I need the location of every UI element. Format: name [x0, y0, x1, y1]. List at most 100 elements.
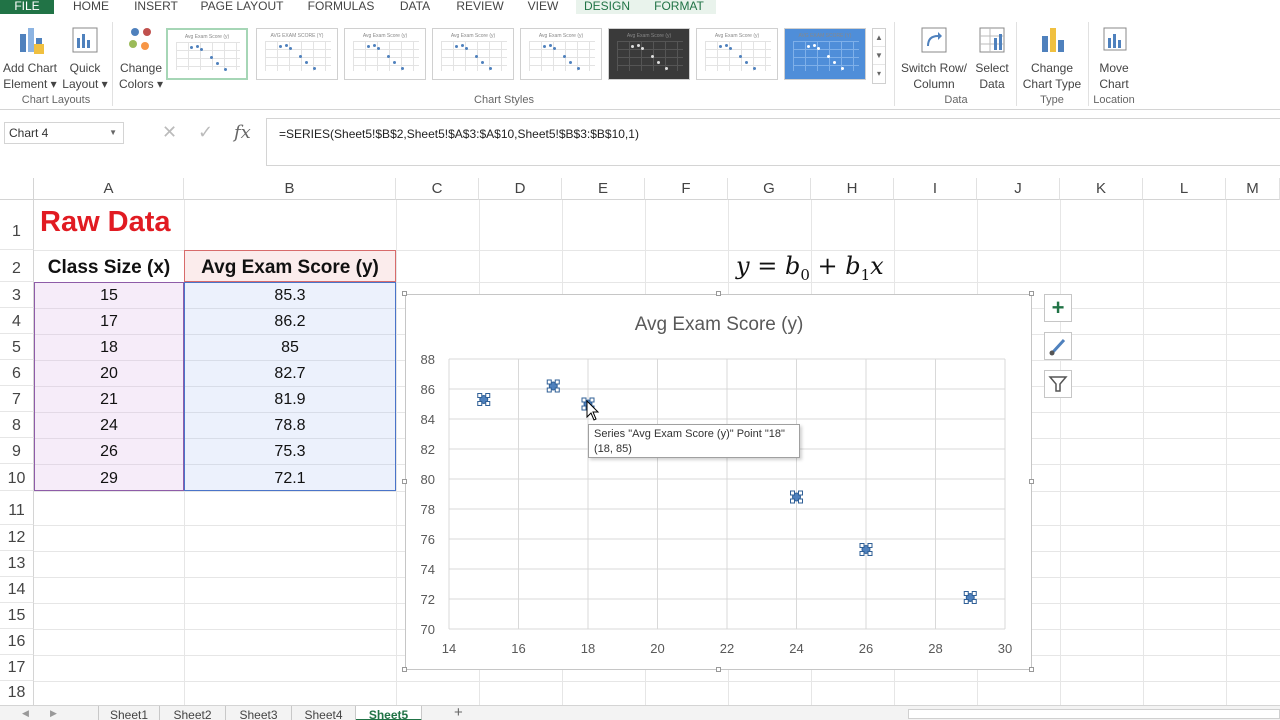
cell-y-value[interactable]: 85	[184, 334, 396, 360]
row-header-3[interactable]: 3	[0, 282, 34, 308]
chart-title[interactable]: Avg Exam Score (y)	[635, 314, 804, 335]
tab-insert[interactable]: INSERT	[128, 0, 184, 14]
cell-b2-header[interactable]: Avg Exam Score (y)	[184, 254, 396, 282]
chart-elements-button[interactable]: +	[1044, 294, 1072, 322]
tab-view[interactable]: VIEW	[520, 0, 566, 14]
row-header-11[interactable]: 11	[0, 491, 34, 525]
sheet-tab-sheet5[interactable]: Sheet5	[356, 706, 422, 720]
sheet-tab-sheet1[interactable]: Sheet1	[98, 706, 160, 720]
chart-style-thumbnail[interactable]: Avg Exam Score (y)	[696, 28, 778, 80]
row-header-8[interactable]: 8	[0, 412, 34, 438]
cell-y-value[interactable]: 72.1	[184, 464, 396, 491]
data-point[interactable]	[546, 379, 560, 393]
formula-input[interactable]: =SERIES(Sheet5!$B$2,Sheet5!$A$3:$A$10,Sh…	[266, 118, 1280, 166]
resize-handle[interactable]	[1029, 479, 1034, 484]
switch-row-column-button[interactable]: Switch Row/ Column	[898, 24, 970, 92]
insert-function-icon[interactable]: fx	[234, 122, 251, 143]
scroll-up-icon[interactable]: ▲	[873, 29, 885, 47]
cell-a2-header[interactable]: Class Size (x)	[34, 254, 184, 282]
row-header-13[interactable]: 13	[0, 551, 34, 577]
row-header-16[interactable]: 16	[0, 629, 34, 655]
column-header-k[interactable]: K	[1060, 178, 1143, 200]
data-point[interactable]	[477, 393, 491, 406]
row-header-1[interactable]: 1	[0, 200, 34, 250]
resize-handle[interactable]	[716, 667, 721, 672]
scroll-down-icon[interactable]: ▼	[873, 47, 885, 65]
sheet-tab-sheet4[interactable]: Sheet4	[292, 706, 356, 720]
cell-x-value[interactable]: 15	[34, 282, 184, 308]
chart-filters-button[interactable]	[1044, 370, 1072, 398]
row-header-12[interactable]: 12	[0, 525, 34, 551]
quick-layout-button[interactable]: Quick Layout ▾	[60, 24, 110, 92]
cell-x-value[interactable]: 29	[34, 464, 184, 491]
column-header-h[interactable]: H	[811, 178, 894, 200]
column-header-d[interactable]: D	[479, 178, 562, 200]
cell-y-value[interactable]: 82.7	[184, 360, 396, 386]
row-header-4[interactable]: 4	[0, 308, 34, 334]
chart-style-thumbnail[interactable]: Avg Exam Score (y)	[608, 28, 690, 80]
resize-handle[interactable]	[402, 479, 407, 484]
column-header-l[interactable]: L	[1143, 178, 1226, 200]
resize-handle[interactable]	[1029, 291, 1034, 296]
row-header-2[interactable]: 2	[0, 250, 34, 282]
data-point[interactable]	[859, 543, 873, 556]
column-header-c[interactable]: C	[396, 178, 479, 200]
more-styles-icon[interactable]: ▾	[873, 65, 885, 83]
cell-x-value[interactable]: 17	[34, 308, 184, 334]
chart-style-thumbnail[interactable]: Avg Exam Score (y)	[344, 28, 426, 80]
new-sheet-icon[interactable]: +	[454, 704, 463, 720]
cell-x-value[interactable]: 20	[34, 360, 184, 386]
name-box[interactable]: Chart 4 ▼	[4, 122, 124, 144]
regression-equation[interactable]: y = b0 + b1x	[736, 252, 884, 284]
scroll-right-icon[interactable]: ▶	[50, 708, 57, 719]
cell-x-value[interactable]: 24	[34, 412, 184, 438]
cancel-icon[interactable]: ✕	[162, 122, 177, 143]
cell-y-value[interactable]: 85.3	[184, 282, 396, 308]
row-header-5[interactable]: 5	[0, 334, 34, 360]
column-header-a[interactable]: A	[34, 178, 184, 200]
sheet-tab-sheet3[interactable]: Sheet3	[226, 706, 292, 720]
row-header-17[interactable]: 17	[0, 655, 34, 681]
move-chart-button[interactable]: Move Chart	[1090, 24, 1138, 92]
column-header-i[interactable]: I	[894, 178, 977, 200]
column-header-b[interactable]: B	[184, 178, 396, 200]
add-chart-element-button[interactable]: Add Chart Element ▾	[0, 24, 60, 92]
cell-x-value[interactable]: 18	[34, 334, 184, 360]
tab-design[interactable]: DESIGN	[578, 0, 636, 14]
column-header-g[interactable]: G	[728, 178, 811, 200]
cell-x-value[interactable]: 21	[34, 386, 184, 412]
sheet-tab-sheet2[interactable]: Sheet2	[160, 706, 226, 720]
enter-icon[interactable]: ✓	[198, 122, 213, 143]
row-header-10[interactable]: 10	[0, 464, 34, 491]
cell-y-value[interactable]: 78.8	[184, 412, 396, 438]
tab-format[interactable]: FORMAT	[646, 0, 712, 14]
resize-handle[interactable]	[402, 667, 407, 672]
cell-a1-title[interactable]: Raw Data	[40, 206, 171, 239]
resize-handle[interactable]	[716, 291, 721, 296]
chart-style-thumbnail[interactable]: AVG EXAM SCORE (Y)	[784, 28, 866, 80]
horizontal-scrollbar[interactable]	[908, 709, 1280, 719]
tab-file[interactable]: FILE	[0, 0, 54, 14]
scatter-chart[interactable]: Avg Exam Score (y) 70 72 74 76 78 80 82 84 86 88 …	[405, 294, 1032, 670]
chevron-down-icon[interactable]: ▼	[109, 123, 117, 143]
resize-handle[interactable]	[402, 291, 407, 296]
tab-page-layout[interactable]: PAGE LAYOUT	[196, 0, 288, 14]
tab-data[interactable]: DATA	[392, 0, 438, 14]
select-all-corner[interactable]	[0, 178, 34, 200]
chart-style-thumbnail[interactable]: Avg Exam Score (y)	[520, 28, 602, 80]
cell-y-value[interactable]: 86.2	[184, 308, 396, 334]
tab-formulas[interactable]: FORMULAS	[302, 0, 380, 14]
column-header-j[interactable]: J	[977, 178, 1060, 200]
column-header-e[interactable]: E	[562, 178, 645, 200]
row-header-15[interactable]: 15	[0, 603, 34, 629]
row-header-6[interactable]: 6	[0, 360, 34, 386]
scroll-left-icon[interactable]: ◀	[22, 708, 29, 719]
cell-y-value[interactable]: 75.3	[184, 438, 396, 464]
tab-review[interactable]: REVIEW	[450, 0, 510, 14]
column-header-m[interactable]: M	[1226, 178, 1280, 200]
row-header-18[interactable]: 18	[0, 681, 34, 705]
chart-styles-scroll[interactable]: ▲ ▼ ▾	[872, 28, 886, 84]
chart-style-thumbnail[interactable]: Avg Exam Score (y)	[166, 28, 248, 80]
chart-style-thumbnail[interactable]: Avg Exam Score (y)	[432, 28, 514, 80]
resize-handle[interactable]	[1029, 667, 1034, 672]
